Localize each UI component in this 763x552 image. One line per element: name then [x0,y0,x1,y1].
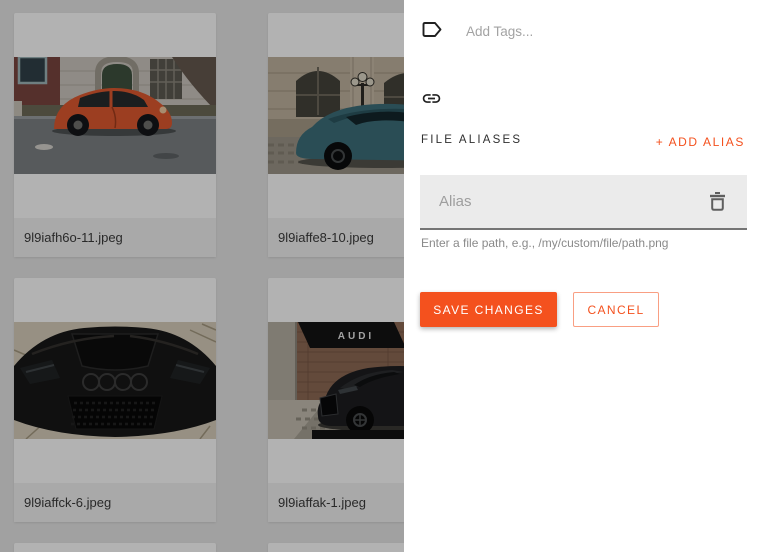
add-tags-input[interactable] [464,17,718,45]
save-changes-button[interactable]: SAVE CHANGES [420,292,557,327]
panel-actions: SAVE CHANGES CANCEL [420,292,659,327]
alias-input[interactable] [437,192,709,211]
aliases-header: FILE ALIASES + ADD ALIAS [421,131,745,149]
tag-icon [422,22,442,37]
file-aliases-heading: FILE ALIASES [421,134,523,146]
screen: 9l9iafh6o-11.jpeg 9l9iaffe8-10.jpeg 9l9i… [0,0,763,552]
add-alias-button[interactable]: + ADD ALIAS [656,131,745,149]
alias-field-row [420,175,747,230]
edit-file-panel: FILE ALIASES + ADD ALIAS Enter a file pa… [404,0,763,552]
trash-icon [710,192,725,211]
link-icon [422,94,441,103]
alias-helper-text: Enter a file path, e.g., /my/custom/file… [421,236,669,250]
delete-alias-button[interactable] [709,191,726,212]
cancel-button[interactable]: CANCEL [573,292,659,327]
